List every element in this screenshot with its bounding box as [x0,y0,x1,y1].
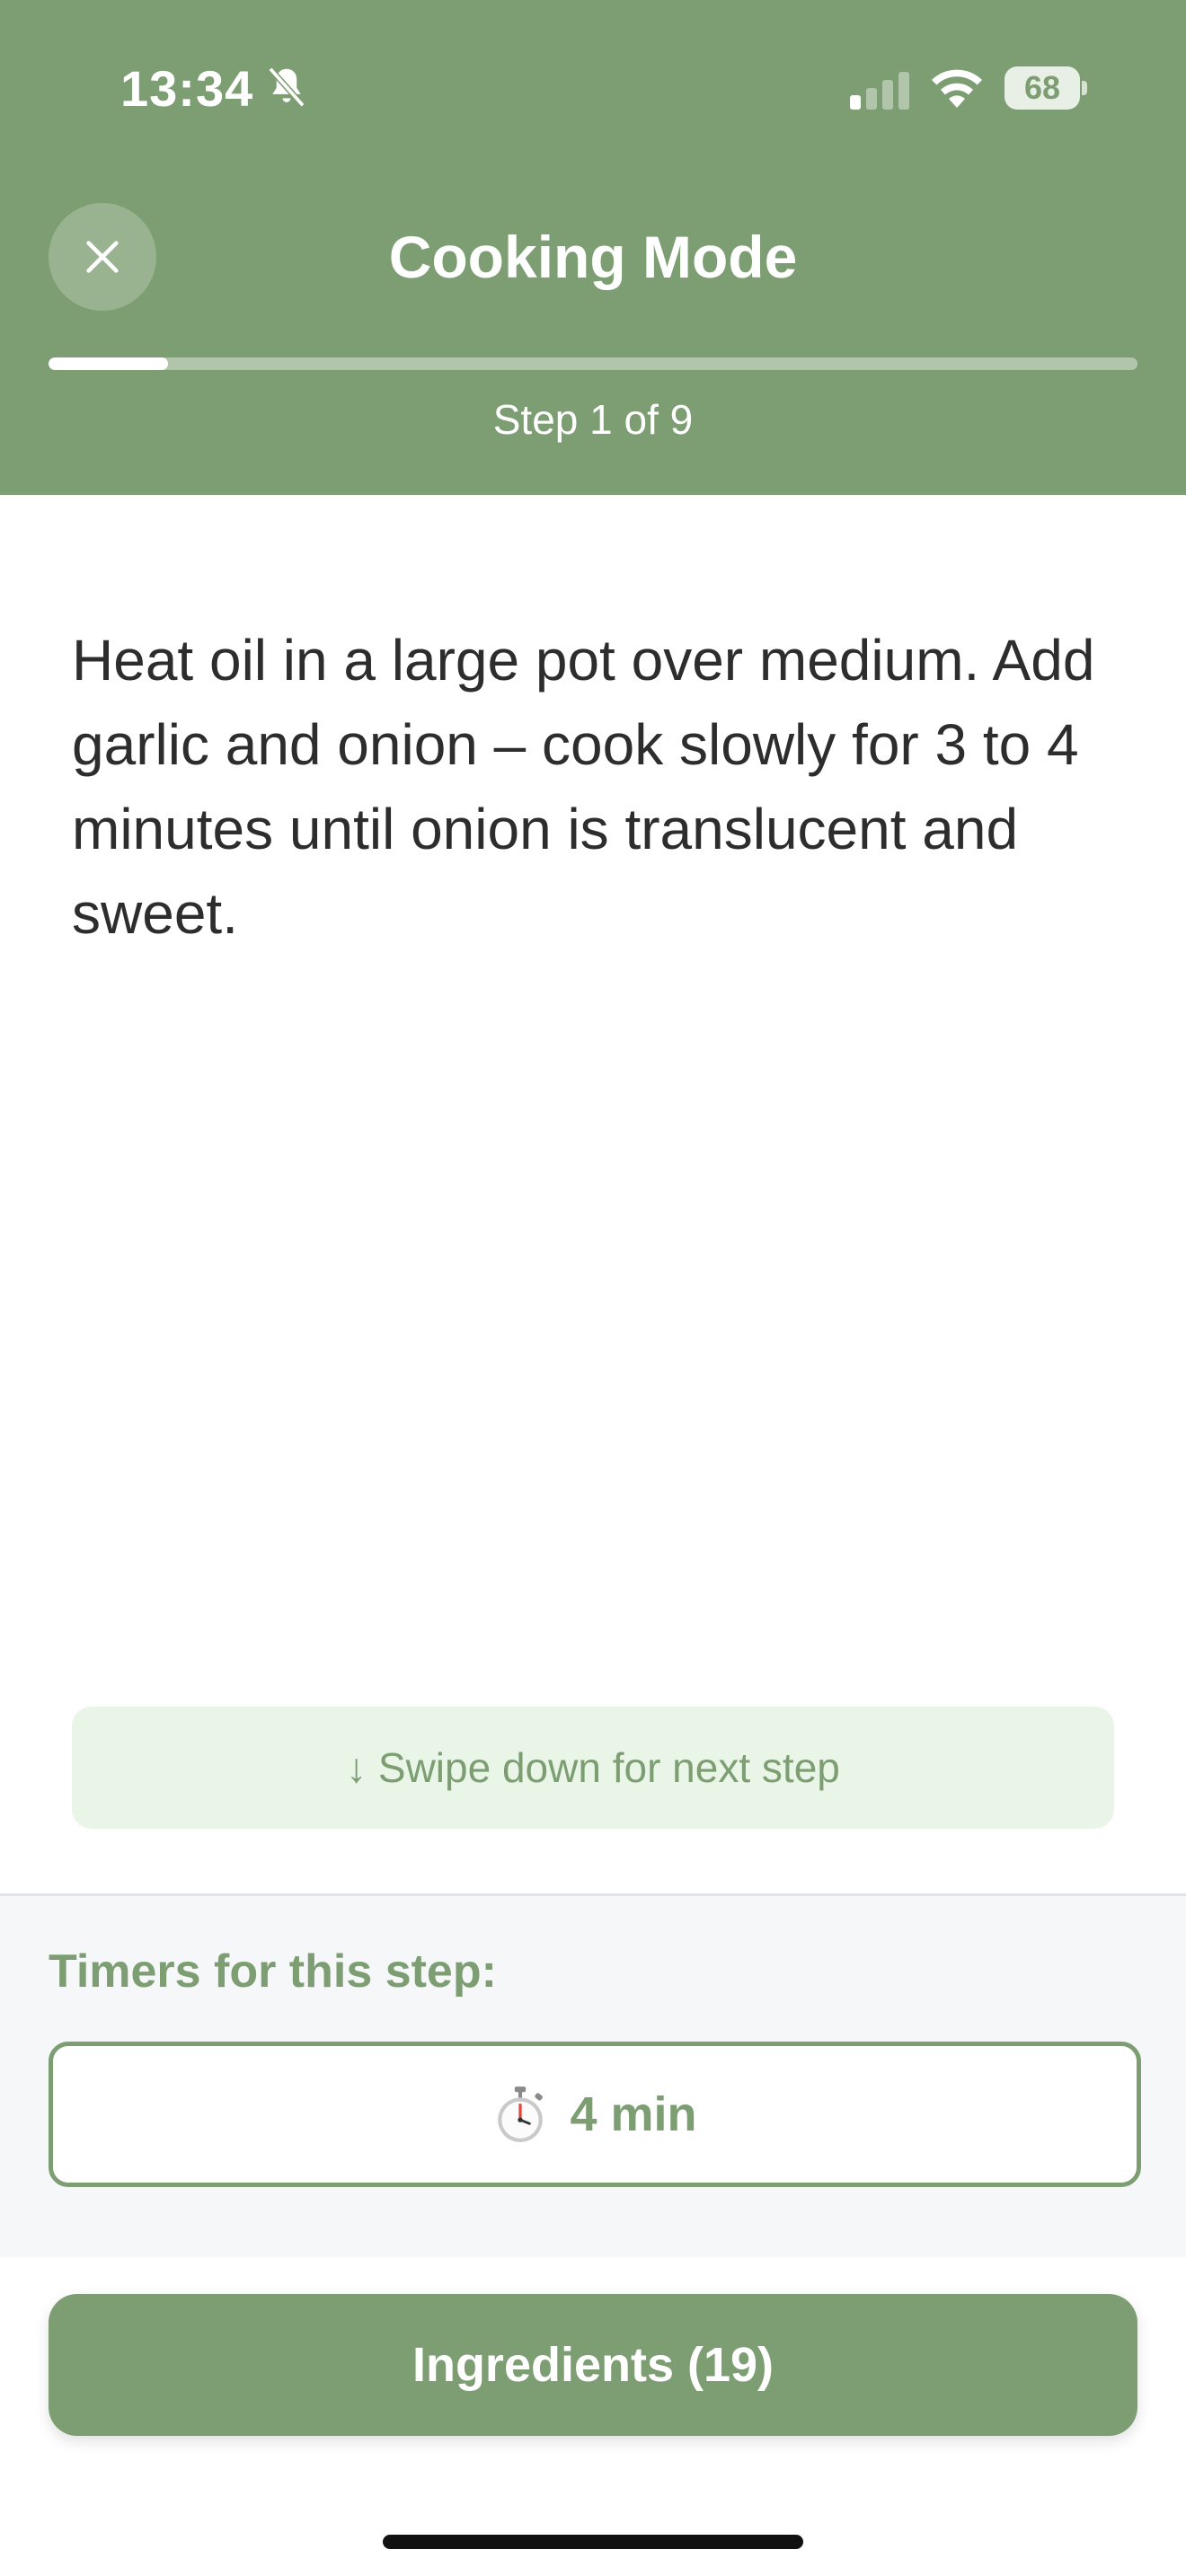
status-time: 13:34 [120,60,254,117]
step-counter: Step 1 of 9 [492,396,694,443]
step-instruction: Heat oil in a large pot over medium. Add… [72,628,1095,946]
bell-slash-icon [268,66,305,108]
timers-panel: Timers for this step: 4 min [0,1893,1186,2257]
progress-fill [49,357,169,370]
page-title: Cooking Mode [388,224,798,290]
timers-label: Timers for this step: [49,1945,497,1998]
wifi-icon [932,69,982,108]
battery-tip [1082,81,1087,95]
swipe-hint: ↓ Swipe down for next step [72,1707,1114,1829]
header: 13:34 68 Cooking Mode Step 1 of 9 [0,0,1186,495]
timer-button[interactable]: 4 min [49,2042,1141,2187]
progress-bar [49,357,1137,370]
stopwatch-icon [498,2086,544,2142]
signal-icon [850,72,909,110]
battery-indicator: 68 [1005,66,1087,110]
ingredients-button[interactable]: Ingredients (19) [49,2294,1137,2436]
battery-level: 68 [1005,66,1080,110]
home-indicator[interactable] [383,2535,803,2549]
timer-label: 4 min [570,2087,697,2141]
